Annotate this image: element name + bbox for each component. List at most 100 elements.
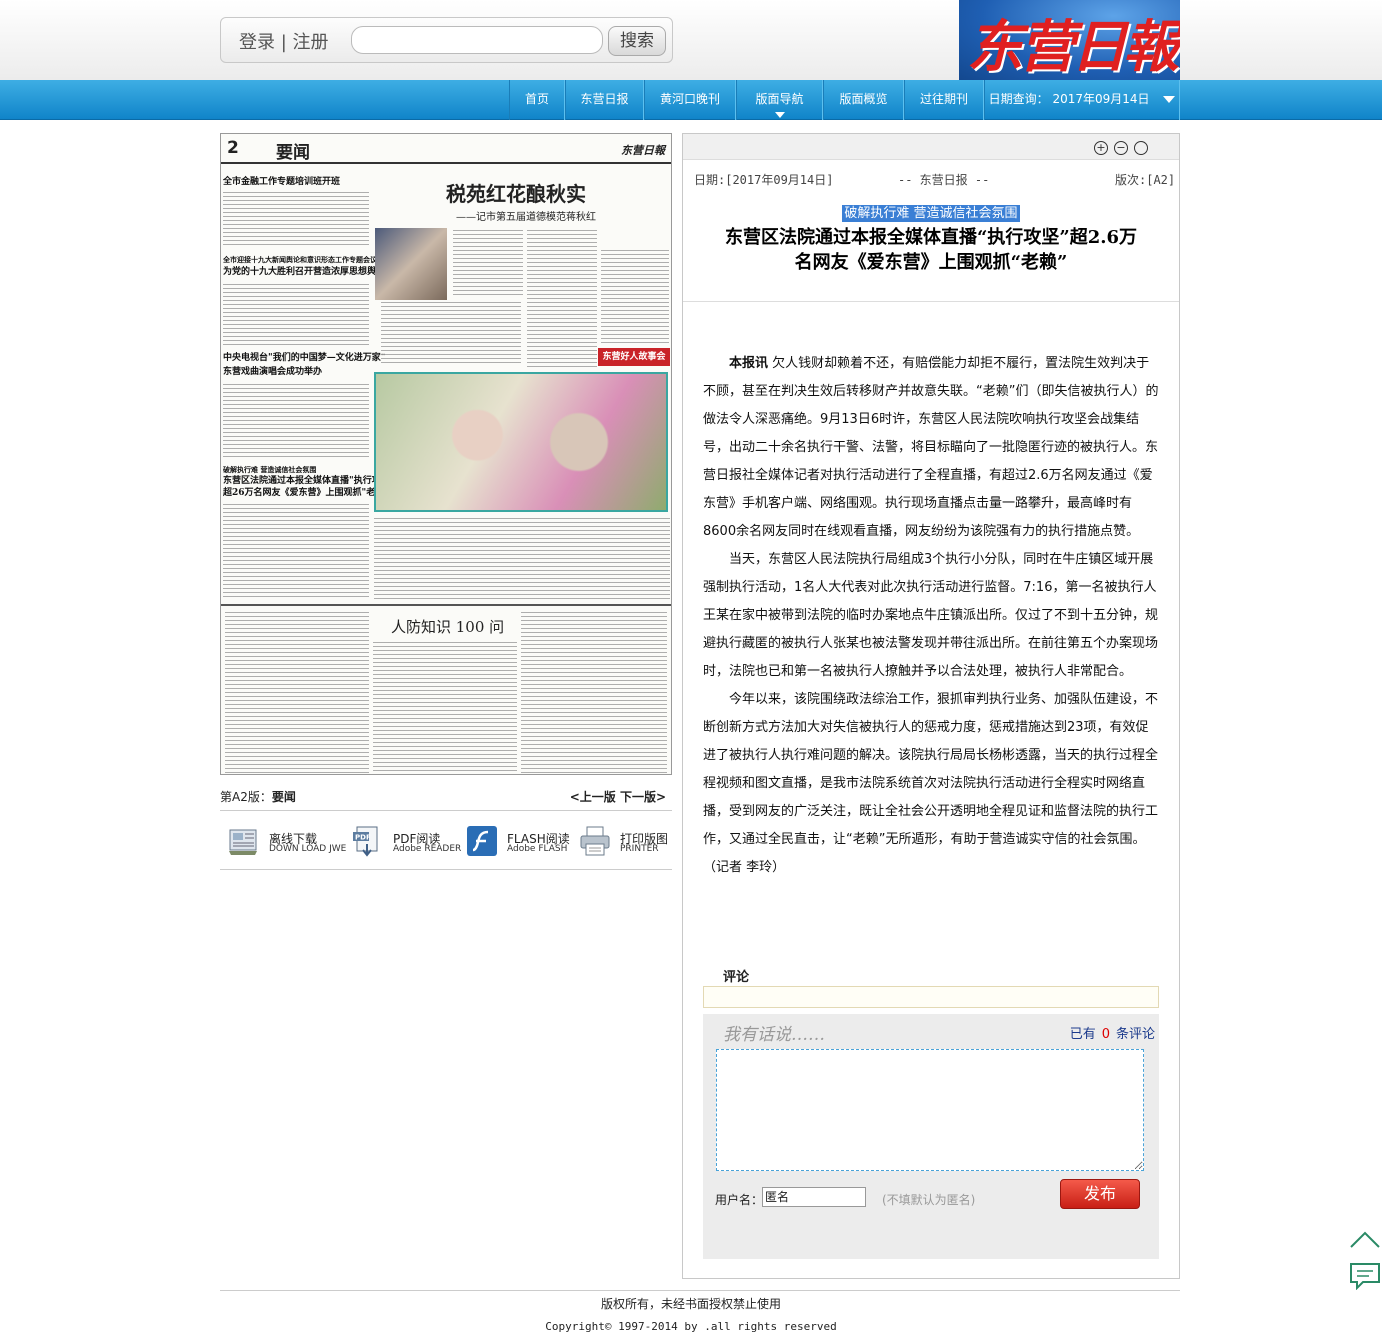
paper-headline[interactable]: 超26万名网友《爱东营》上围观抓"老赖"	[223, 487, 389, 499]
comment-count-prefix: 已有	[1069, 1027, 1096, 1042]
paper-text-block	[223, 502, 369, 598]
username-label: 用户名：	[715, 1193, 764, 1207]
paper-feature-subtitle: ——记市第五届道德模范蒋秋红	[456, 212, 596, 223]
paper-photo-elderly-women	[374, 372, 668, 512]
paper-headline[interactable]: 全市迎接十九大新闻舆论和意识形态工作专题会议强调	[223, 254, 391, 266]
comment-count[interactable]: 已有 0 条评论	[1070, 1023, 1155, 1042]
tool-subtitle: Adobe READER	[393, 844, 462, 854]
article-title: 东营区法院通过本报全媒体直播“执行攻坚”超2.6万 名网友《爱东营》上围观抓“老…	[683, 225, 1179, 275]
pdf-read-button[interactable]: PDF PDF阅读 Adobe READER	[351, 824, 461, 860]
main-nav: 首页 东营日报 黄河口晚刊 版面导航 版面概览 过往期刊 日期查询： 2017年…	[0, 80, 1382, 120]
paper-bottom-title[interactable]: 人防知识 100 问	[391, 616, 504, 637]
footer-rights: 版权所有，未经书面授权禁止使用	[600, 1297, 781, 1311]
nav-huanghekou-evening[interactable]: 黄河口晚刊	[644, 80, 736, 120]
nav-dongying-daily[interactable]: 东营日报	[565, 80, 644, 120]
login-separator: |	[280, 32, 287, 53]
article-title-line: 东营区法院通过本报全媒体直播“执行攻坚”超2.6万	[724, 227, 1138, 248]
nav-layout-navigation[interactable]: 版面导航	[736, 80, 823, 120]
paper-photo-portrait	[375, 228, 447, 300]
prev-page-link[interactable]: <上一版	[570, 790, 616, 804]
masthead-logo[interactable]: 东营日報	[959, 0, 1180, 80]
divider	[683, 301, 1179, 302]
register-link[interactable]: 注册	[293, 32, 329, 53]
paper-feature-title[interactable]: 税苑红花酿秋实	[446, 178, 586, 207]
tool-subtitle: PRINTER	[620, 844, 659, 854]
article-date: 日期:[2017年09月14日]	[694, 173, 834, 187]
article-paragraph: 本报讯 欠人钱财却赖着不还，有赔偿能力却拒不履行，置法院生效判决于不顾，甚至在判…	[703, 350, 1159, 546]
publish-button[interactable]: 发布	[1060, 1179, 1140, 1209]
paper-headline[interactable]: 东营戏曲演唱会成功举办	[223, 366, 322, 378]
nav-date-query[interactable]: 日期查询： 2017年09月14日	[984, 80, 1180, 120]
article-kicker: 破解执行难 营造诚信社会氛围	[683, 202, 1179, 222]
paper-text-block	[225, 610, 369, 774]
article-body: 本报讯 欠人钱财却赖着不还，有赔偿能力却拒不履行，置法院生效判决于不顾，甚至在判…	[703, 350, 1159, 882]
feedback-chat-icon[interactable]	[1349, 1262, 1381, 1290]
next-page-link[interactable]: 下一版>	[620, 790, 666, 804]
date-query-label: 日期查询：	[988, 92, 1049, 106]
flash-read-button[interactable]: FLASH阅读 Adobe FLASH	[465, 824, 575, 860]
flash-icon	[467, 826, 497, 856]
page-label: 第A2版：要闻	[220, 788, 296, 805]
paper-story-tag: 东营好人故事会	[598, 348, 670, 366]
zoom-out-icon[interactable]: −	[1114, 141, 1128, 155]
pdf-icon: PDF	[353, 826, 378, 857]
login-search-box: 登录 | 注册 搜索	[220, 17, 673, 63]
newspaper-page-image[interactable]: 2 要闻 东营日報 全市金融工作专题培训班开班 全市迎接十九大新闻舆论和意识形态…	[220, 133, 672, 775]
comment-prompt: 我有话说……	[723, 1025, 825, 1045]
article-edition: 版次:[A2]	[1115, 173, 1176, 187]
comment-textarea[interactable]	[716, 1049, 1144, 1171]
login-links: 登录 | 注册	[239, 28, 329, 54]
article-paragraph-text: 欠人钱财却赖着不还，有赔偿能力却拒不履行，置法院生效判决于不顾，甚至在判决生效后…	[703, 356, 1159, 539]
zoom-reset-icon[interactable]	[1134, 141, 1148, 155]
date-query-value[interactable]: 2017年09月14日	[1052, 92, 1149, 106]
article-title-line: 名网友《爱东营》上围观抓“老赖”	[794, 252, 1068, 273]
newspaper-download-icon	[229, 829, 257, 855]
nav-past-issues[interactable]: 过往期刊	[904, 80, 984, 120]
tool-subtitle: Adobe FLASH	[507, 844, 568, 854]
footer-copyright: Copyright© 1997-2014 by .all rights rese…	[545, 1320, 837, 1333]
zoom-in-icon[interactable]: +	[1094, 141, 1108, 155]
paper-text-block	[373, 640, 517, 774]
nav-layout-navigation-label: 版面导航	[755, 92, 804, 106]
login-link[interactable]: 登录	[239, 32, 275, 53]
username-input[interactable]: 匿名	[762, 1187, 866, 1207]
divider	[220, 869, 672, 870]
chevron-down-icon[interactable]	[1163, 96, 1176, 103]
paper-text-block	[601, 248, 669, 344]
nav-active-arrow-icon	[774, 112, 785, 118]
offline-download-button[interactable]: 离线下载 DOWN LOAD JWE	[227, 824, 347, 860]
article-lead: 本报讯	[729, 356, 769, 371]
nav-layout-overview[interactable]: 版面概览	[823, 80, 904, 120]
paper-text-block	[527, 228, 597, 368]
nav-home[interactable]: 首页	[509, 80, 565, 120]
paper-text-block	[381, 300, 521, 366]
paper-headline[interactable]: 东营区法院通过本报全媒体直播"执行攻坚"	[223, 475, 394, 487]
paper-headline[interactable]: 中央电视台"我们的中国梦—文化进万家"	[223, 352, 385, 364]
print-button[interactable]: 打印版图 PRINTER	[578, 824, 672, 860]
comment-count-number: 0	[1101, 1027, 1110, 1042]
search-input[interactable]	[351, 26, 603, 54]
back-to-top-icon[interactable]	[1349, 1227, 1381, 1251]
paper-small-logo: 东营日報	[621, 144, 665, 157]
search-button[interactable]: 搜索	[608, 26, 666, 56]
newspaper-logo-text: 东营日報	[967, 14, 1179, 80]
printer-icon	[580, 826, 610, 856]
paper-text-block	[374, 516, 670, 600]
paper-text-block	[521, 610, 667, 774]
article-paragraph: 当天，东营区人民法院执行局组成3个执行小分队，同时在牛庄镇区域开展强制执行活动，…	[703, 552, 1159, 679]
article-toolbar: + −	[683, 134, 1179, 160]
page-pager: 第A2版：要闻 <上一版 下一版>	[220, 786, 672, 806]
article-kicker-text: 破解执行难 营造诚信社会氛围	[842, 205, 1020, 222]
comment-count-suffix: 条评论	[1115, 1027, 1155, 1042]
tool-subtitle: DOWN LOAD JWE	[269, 844, 347, 854]
footer-divider	[220, 1290, 1180, 1291]
paper-headline[interactable]: 全市金融工作专题培训班开班	[223, 176, 340, 188]
paper-text-block	[453, 228, 523, 298]
page-label-prefix: 第A2版：	[220, 790, 272, 804]
paper-text-block	[223, 282, 369, 346]
comment-heading: 评论	[723, 970, 750, 985]
prev-next-links: <上一版 下一版>	[570, 788, 666, 805]
paper-page-number: 2	[227, 138, 239, 158]
paper-header: 2 要闻 东营日報	[221, 134, 671, 164]
comment-form: 我有话说…… 已有 0 条评论 用户名： 匿名 (不填默认为匿名) 发布	[703, 1014, 1159, 1259]
